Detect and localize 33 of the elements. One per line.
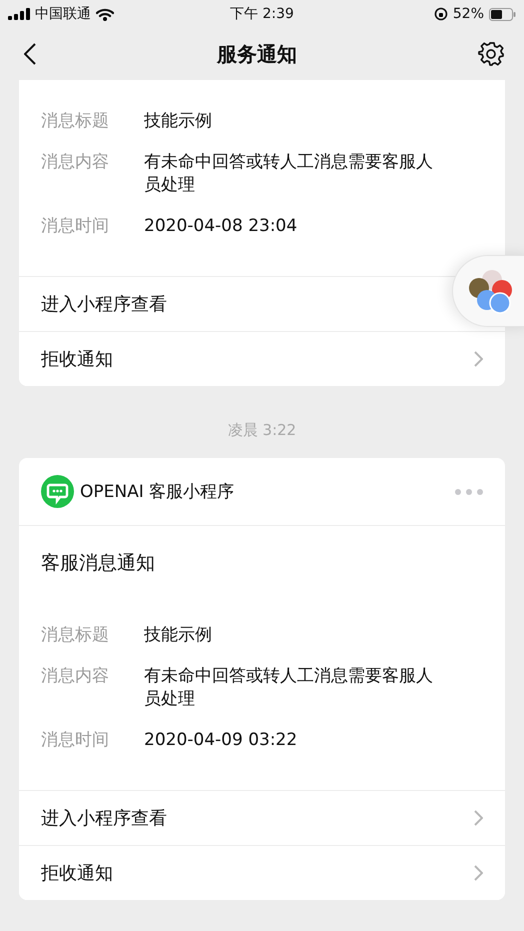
- rotation-lock-icon: [434, 7, 448, 21]
- field-value: 技能示例: [144, 624, 212, 647]
- field-label: 消息内容: [41, 151, 110, 174]
- page-title: 服务通知: [217, 40, 297, 68]
- settings-button[interactable]: [478, 41, 504, 67]
- action-link[interactable]: 进入小程序查看: [41, 292, 167, 316]
- field-label: 消息标题: [41, 110, 110, 133]
- back-icon: [24, 43, 36, 65]
- field-label: 消息时间: [41, 215, 110, 238]
- settings-icon: [478, 41, 504, 67]
- field-label: 消息标题: [41, 624, 110, 647]
- action-link[interactable]: 进入小程序查看: [41, 806, 167, 830]
- field-value: 有未命中回答或转人工消息需要客服人员处理: [144, 665, 434, 711]
- back-button[interactable]: [24, 43, 36, 65]
- battery-percent: 52%: [452, 6, 484, 22]
- field-label: 消息内容: [41, 665, 110, 688]
- field-value: 2020-04-08 23:04: [144, 215, 298, 238]
- wifi-icon: [96, 8, 114, 20]
- action-link[interactable]: 拒收通知: [41, 861, 113, 885]
- clock-time: 下午 2:39: [230, 5, 294, 23]
- field-value: 2020-04-09 03:22: [144, 729, 298, 752]
- battery-icon: [489, 8, 516, 20]
- action-link[interactable]: 拒收通知: [41, 347, 113, 371]
- message-time: 凌晨 3:22: [228, 421, 296, 439]
- field-label: 消息时间: [41, 729, 110, 752]
- notice-title: 客服消息通知: [40, 551, 156, 576]
- chat-bubble-icon: [41, 475, 74, 508]
- field-value: 技能示例: [144, 110, 212, 133]
- carrier-name: 中国联通: [35, 5, 91, 23]
- app-name: OPENAI 客服小程序: [80, 481, 236, 503]
- petal-icon: [467, 268, 513, 314]
- field-value: 有未命中回答或转人工消息需要客服人员处理: [144, 151, 434, 197]
- signal-icon: [8, 8, 30, 20]
